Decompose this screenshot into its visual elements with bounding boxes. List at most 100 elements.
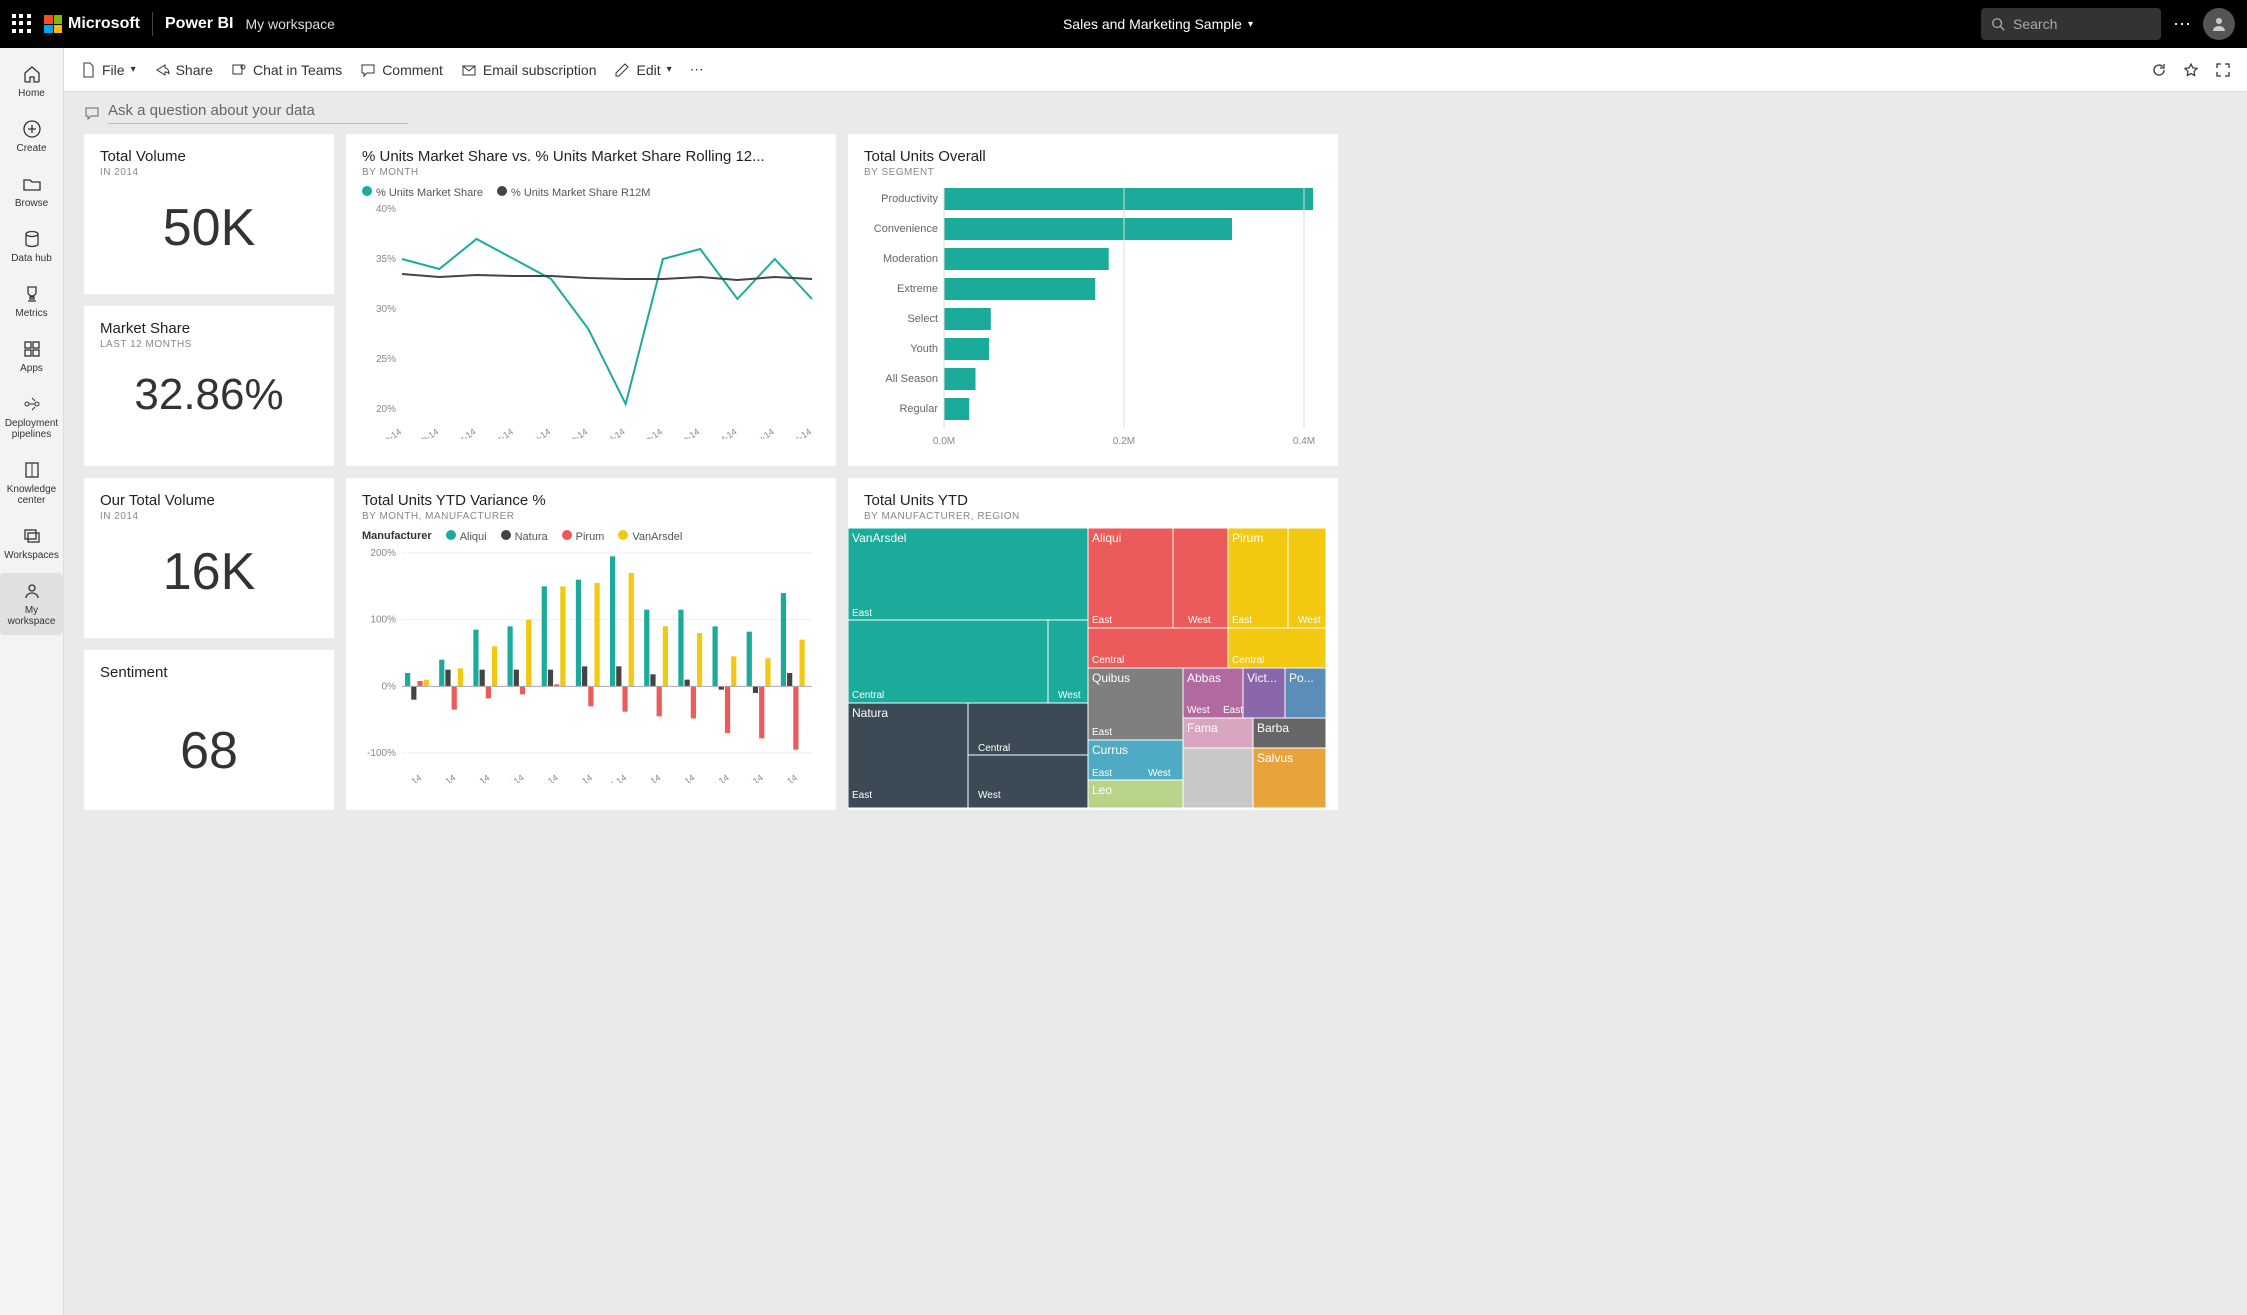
tile-ums-line[interactable]: % Units Market Share vs. % Units Market … [346,134,836,466]
tile-value: 50K [100,198,318,258]
svg-text:All Season: All Season [885,373,938,385]
nav-learn[interactable]: Knowledge center [0,452,63,514]
tile-value: 68 [100,721,318,781]
svg-text:Oct-14: Oct-14 [711,426,739,439]
svg-text:0.4M: 0.4M [1293,436,1315,447]
tile-value: 16K [100,542,318,602]
report-title[interactable]: Sales and Marketing Sample [1063,16,1242,32]
left-nav: Home Create Browse Data hub Metrics Apps… [0,48,64,1315]
mail-icon [461,62,477,78]
svg-text:0.0M: 0.0M [933,436,955,447]
tile-subtitle: BY MONTH, MANUFACTURER [362,511,820,522]
svg-text:Aug-14: Aug-14 [633,772,663,783]
svg-text:Central: Central [1092,655,1124,666]
svg-text:35%: 35% [376,254,396,265]
svg-text:30%: 30% [376,304,396,315]
tile-tuo-bar[interactable]: Total Units Overall BY SEGMENT Productiv… [848,134,1338,466]
svg-text:East: East [1232,615,1252,626]
star-icon[interactable] [2183,62,2199,78]
tile-tuy-var[interactable]: Total Units YTD Variance % BY MONTH, MAN… [346,478,836,810]
comment-button[interactable]: Comment [360,62,443,78]
nav-create[interactable]: Create [0,111,63,162]
nav-myworkspace[interactable]: My workspace [0,573,63,635]
svg-text:Regular: Regular [899,403,938,415]
grouped-bar-chart: -100%0%100%200%Jan-14Feb-14Mar-14Apr-14M… [362,543,822,783]
svg-text:Oct-14: Oct-14 [703,772,731,783]
svg-text:Dec-14: Dec-14 [770,772,800,783]
comment-icon [360,62,376,78]
svg-text:Po...: Po... [1289,671,1314,685]
tile-treemap[interactable]: Total Units YTD BY MANUFACTURER, REGION … [848,478,1338,810]
command-bar: File▾ Share Chat in Teams Comment Email … [64,48,2247,92]
svg-text:Mar-14: Mar-14 [462,772,491,783]
nav-browse[interactable]: Browse [0,166,63,217]
svg-text:East: East [1092,727,1112,738]
product-name: Power BI [165,15,233,33]
nav-datahub[interactable]: Data hub [0,221,63,272]
refresh-icon[interactable] [2151,62,2167,78]
tile-total-volume[interactable]: Total Volume IN 2014 50K [84,134,334,294]
workspaces-icon [22,526,42,546]
svg-text:Fama: Fama [1187,721,1218,735]
search-input[interactable]: Search [1981,8,2161,40]
tile-market-share[interactable]: Market Share LAST 12 MONTHS 32.86% [84,306,334,466]
nav-metrics[interactable]: Metrics [0,276,63,327]
email-sub-button[interactable]: Email subscription [461,62,597,78]
svg-text:-100%: -100% [367,748,396,759]
tile-subtitle: LAST 12 MONTHS [100,339,318,350]
share-button[interactable]: Share [154,62,213,78]
tile-title: Total Volume [100,148,318,165]
svg-text:Natura: Natura [852,706,888,720]
svg-text:Currus: Currus [1092,743,1128,757]
tile-our-volume[interactable]: Our Total Volume IN 2014 16K [84,478,334,638]
chevron-down-icon[interactable]: ▾ [1248,19,1253,30]
tile-title: Total Units Overall [864,148,1322,165]
avatar[interactable] [2203,8,2235,40]
svg-text:Jul-14: Jul-14 [601,426,627,439]
tile-sentiment[interactable]: Sentiment 68 [84,650,334,810]
svg-text:200%: 200% [370,548,396,559]
svg-text:East: East [1223,705,1243,716]
apps-icon [22,339,42,359]
svg-text:East: East [1092,615,1112,626]
nav-workspaces[interactable]: Workspaces [0,518,63,569]
tile-subtitle: BY SEGMENT [864,167,1322,178]
line-chart: 20%25%30%35%40%Jan-14Feb-14Mar-14Apr-14M… [362,199,822,439]
svg-text:Apr-14: Apr-14 [487,426,515,439]
search-icon [1991,17,2005,31]
svg-text:West: West [1187,705,1210,716]
pipeline-icon [22,394,42,414]
svg-text:25%: 25% [376,354,396,365]
svg-text:100%: 100% [370,615,396,626]
chart-legend: Manufacturer Aliqui Natura Pirum VanArsd… [362,530,820,543]
more-icon[interactable]: ⋯ [2173,14,2191,35]
nav-deploy[interactable]: Deployment pipelines [0,386,63,448]
svg-text:40%: 40% [376,204,396,215]
svg-text:Central: Central [1232,655,1264,666]
nav-apps[interactable]: Apps [0,331,63,382]
tile-title: Market Share [100,320,318,337]
qna-input[interactable]: Ask a question about your data [64,92,2247,134]
chat-teams-button[interactable]: Chat in Teams [231,62,342,78]
file-icon [80,62,96,78]
svg-text:Jan-14: Jan-14 [375,426,403,439]
app-launcher-icon[interactable] [12,14,32,34]
treemap-chart: VanArsdelEastCentralWestNaturaEastCentra… [848,528,1326,808]
folder-icon [22,174,42,194]
file-menu[interactable]: File▾ [80,62,136,78]
share-icon [154,62,170,78]
fullscreen-icon[interactable] [2215,62,2231,78]
nav-home[interactable]: Home [0,56,63,107]
svg-text:Central: Central [978,743,1010,754]
workspace-name[interactable]: My workspace [245,16,334,32]
svg-text:Feb-14: Feb-14 [428,772,457,783]
svg-text:Productivity: Productivity [881,193,938,205]
microsoft-logo: Microsoft [44,15,140,33]
edit-button[interactable]: Edit▾ [614,62,671,78]
svg-text:East: East [852,790,872,801]
plus-circle-icon [22,119,42,139]
svg-text:West: West [978,790,1001,801]
svg-text:West: West [1298,615,1321,626]
more-icon[interactable]: ⋯ [690,61,704,78]
svg-text:Pirum: Pirum [1232,531,1263,545]
